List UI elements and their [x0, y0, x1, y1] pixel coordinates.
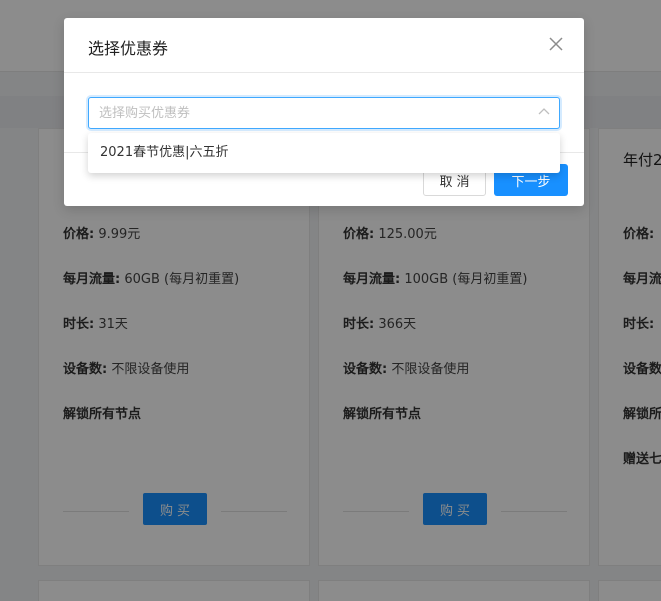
close-icon — [549, 37, 563, 51]
modal-header: 选择优惠券 — [64, 18, 584, 73]
coupon-dropdown: 2021春节优惠|六五折 — [88, 133, 560, 173]
close-button[interactable] — [542, 34, 570, 58]
coupon-select-input[interactable] — [99, 103, 519, 123]
modal-title: 选择优惠券 — [88, 39, 169, 58]
coupon-modal: 选择优惠券 取消 下一步 — [64, 18, 584, 206]
coupon-select[interactable] — [88, 97, 560, 129]
chevron-up-icon — [536, 104, 552, 120]
coupon-option[interactable]: 2021春节优惠|六五折 — [88, 137, 560, 169]
